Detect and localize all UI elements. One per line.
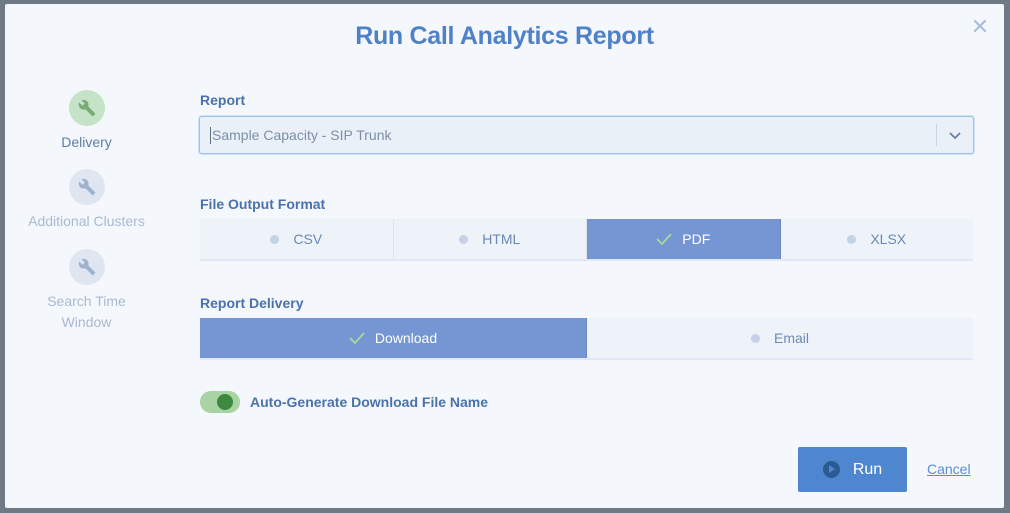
delivery-segmented: Download Email: [200, 318, 973, 360]
format-option-pdf[interactable]: PDF: [587, 219, 781, 259]
dialog-title: Run Call Analytics Report: [355, 22, 654, 50]
chevron-down-icon[interactable]: [946, 126, 964, 144]
file-output-label: File Output Format: [200, 196, 326, 212]
delivery-option-download[interactable]: Download: [200, 318, 587, 358]
play-icon: [822, 461, 840, 478]
cancel-link[interactable]: Cancel: [927, 461, 971, 477]
report-select[interactable]: Sample Capacity - SIP Trunk: [199, 116, 974, 154]
report-label: Report: [200, 92, 246, 108]
toggle-knob: [217, 394, 233, 410]
step-delivery[interactable]: Delivery: [5, 90, 168, 153]
format-option-csv[interactable]: CSV: [200, 219, 394, 259]
option-label: PDF: [682, 231, 711, 247]
check-icon: [349, 332, 365, 344]
run-report-dialog: Run Call Analytics Report ✕ Delivery Add…: [5, 4, 1004, 508]
run-button[interactable]: Run: [798, 447, 907, 492]
option-label: XLSX: [870, 231, 907, 247]
step-label: Additional Clusters: [28, 213, 145, 229]
close-icon[interactable]: ✕: [969, 16, 991, 38]
format-option-xlsx[interactable]: XLSX: [780, 219, 973, 259]
auto-filename-toggle[interactable]: [200, 391, 240, 413]
delivery-option-email[interactable]: Email: [587, 318, 973, 358]
check-icon: [656, 233, 672, 245]
option-label: CSV: [293, 231, 323, 247]
wrench-icon: [68, 249, 105, 285]
format-option-html[interactable]: HTML: [393, 219, 587, 259]
radio-dot-icon: [847, 234, 857, 244]
report-select-value: Sample Capacity - SIP Trunk: [210, 127, 392, 144]
radio-dot-icon: [750, 333, 760, 343]
radio-dot-icon: [459, 234, 469, 244]
file-format-segmented: CSV HTML PDF XLSX: [200, 219, 973, 261]
auto-filename-label: Auto-Generate Download File Name: [250, 394, 489, 410]
option-label: Download: [374, 330, 438, 346]
option-label: HTML: [482, 231, 521, 247]
radio-dot-icon: [270, 234, 280, 244]
option-label: Email: [773, 330, 809, 346]
wrench-icon: [68, 169, 105, 205]
step-label: Delivery: [61, 134, 112, 150]
step-additional-clusters[interactable]: Additional Clusters: [5, 169, 168, 232]
run-button-label: Run: [852, 460, 883, 478]
step-label: Search Time Window: [47, 293, 126, 330]
step-search-time-window[interactable]: Search Time Window: [5, 249, 168, 333]
select-divider: [936, 124, 937, 146]
wrench-icon: [68, 90, 105, 126]
report-delivery-label: Report Delivery: [200, 295, 304, 311]
